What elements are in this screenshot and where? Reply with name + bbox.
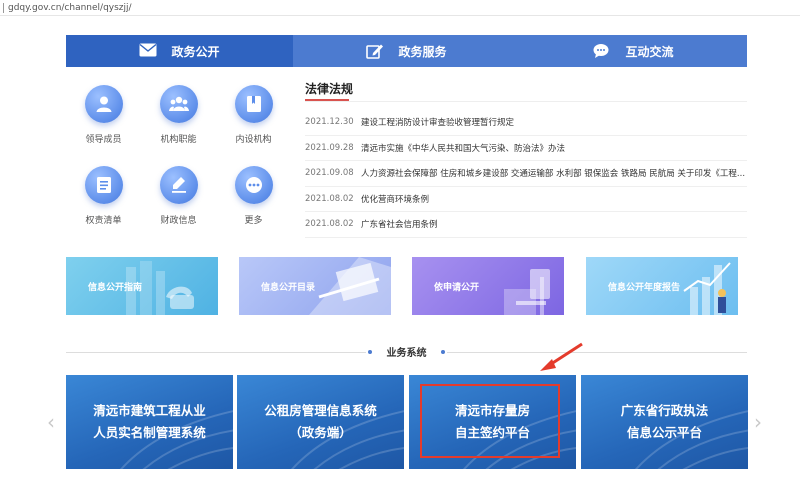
person-icon — [96, 96, 111, 112]
quick-link-departments[interactable]: 内设机构 — [216, 85, 291, 145]
quick-link-label: 权责清单 — [85, 216, 122, 226]
business-card-realname-system[interactable]: 清远市建筑工程从业 人员实名制管理系统 — [66, 375, 233, 469]
banner-label: 信息公开年度报告 — [608, 282, 681, 293]
list-icon — [96, 177, 111, 193]
nav-tab-label: 政务服务 — [398, 44, 447, 59]
law-divider — [305, 101, 747, 102]
law-date: 2021.08.02 — [305, 193, 354, 204]
law-section: 法律法规 2021.12.30 建设工程消防设计审查验收管理暂行规定 2021.0… — [305, 80, 747, 238]
law-item[interactable]: 2021.09.08 人力资源社会保障部 住房和城乡建设部 交通运输部 水利部 银… — [305, 161, 747, 187]
book-icon — [246, 96, 261, 112]
quick-link-label: 更多 — [244, 216, 263, 226]
law-item[interactable]: 2021.08.02 优化营商环境条例 — [305, 187, 747, 212]
card-title-line1: 广东省行政执法 — [620, 403, 709, 418]
carousel-prev-icon[interactable]: ‹ — [47, 410, 55, 434]
pen-icon — [171, 177, 186, 193]
card-title-line2: 人员实名制管理系统 — [93, 425, 206, 440]
main-nav: 政务公开 政务服务 互动交流 — [66, 35, 747, 67]
carousel-next-icon[interactable]: › — [754, 410, 762, 434]
quick-link-label: 机构职能 — [160, 135, 197, 145]
quick-link-functions[interactable]: 机构职能 — [141, 85, 216, 145]
law-title-link[interactable]: 建设工程消防设计审查验收管理暂行规定 — [361, 116, 514, 128]
business-systems-header: 业务系统 — [66, 344, 747, 359]
law-date: 2021.09.08 — [305, 168, 354, 179]
highlight-box — [420, 384, 560, 458]
law-title-link[interactable]: 广东省社会信用条例 — [361, 218, 438, 230]
nav-tab-label: 政务公开 — [171, 44, 220, 59]
quick-link-label: 内设机构 — [235, 135, 272, 145]
nav-tab-government-affairs[interactable]: 政务公开 — [66, 35, 293, 67]
nav-tab-interaction[interactable]: 互动交流 — [520, 35, 747, 67]
quick-link-more[interactable]: 更多 — [216, 166, 291, 226]
mail-icon — [139, 43, 157, 59]
url-text: gdqy.gov.cn/channel/qyszjj/ — [8, 3, 132, 13]
banner-annual-report[interactable]: 信息公开年度报告 — [586, 257, 738, 315]
law-title-link[interactable]: 人力资源社会保障部 住房和城乡建设部 交通运输部 水利部 银保监会 铁路局 民航… — [361, 167, 745, 179]
quick-link-label: 财政信息 — [160, 216, 197, 226]
header-dot-right — [441, 350, 445, 354]
nav-tab-label: 互动交流 — [625, 44, 674, 59]
law-item[interactable]: 2021.12.30 建设工程消防设计审查验收管理暂行规定 — [305, 110, 747, 136]
banner-request-disclosure[interactable]: 依申请公开 — [412, 257, 564, 315]
edit-icon — [366, 43, 384, 59]
business-card-law-enforcement[interactable]: 广东省行政执法 信息公示平台 — [581, 375, 748, 469]
law-date: 2021.09.28 — [305, 142, 354, 153]
more-icon — [245, 177, 262, 193]
card-title-line1: 清远市建筑工程从业 — [93, 403, 206, 418]
quick-link-leaders[interactable]: 领导成员 — [66, 85, 141, 145]
business-card-public-housing[interactable]: 公租房管理信息系统 （政务端） — [237, 375, 404, 469]
red-arrow-icon — [540, 342, 583, 371]
banner-disclosure-guide[interactable]: 信息公开指南 — [66, 257, 218, 315]
banner-disclosure-catalog[interactable]: 信息公开目录 — [239, 257, 391, 315]
law-title-link[interactable]: 优化营商环境条例 — [361, 193, 429, 205]
banner-label: 依申请公开 — [434, 282, 480, 293]
chat-icon — [593, 43, 611, 59]
header-line-right — [447, 352, 747, 353]
address-bar[interactable]: gdqy.gov.cn/channel/qyszjj/ — [0, 0, 800, 16]
law-list: 2021.12.30 建设工程消防设计审查验收管理暂行规定 2021.09.28 清… — [305, 110, 747, 238]
law-item[interactable]: 2021.08.02 广东省社会信用条例 — [305, 212, 747, 238]
quick-link-label: 领导成员 — [85, 135, 122, 145]
card-title-line1: 公租房管理信息系统 — [264, 403, 377, 418]
law-date: 2021.08.02 — [305, 219, 354, 230]
law-section-title[interactable]: 法律法规 — [305, 80, 747, 102]
nav-tab-government-services[interactable]: 政务服务 — [293, 35, 520, 67]
group-icon — [168, 96, 189, 111]
card-title-line2: （政务端） — [289, 425, 352, 440]
address-divider — [3, 3, 4, 13]
card-title-line2: 信息公示平台 — [626, 425, 702, 440]
banner-label: 信息公开指南 — [88, 282, 143, 293]
quick-link-responsibilities[interactable]: 权责清单 — [66, 166, 141, 226]
banner-label: 信息公开目录 — [261, 282, 316, 293]
law-item[interactable]: 2021.09.28 清远市实施《中华人民共和国大气污染、防治法》办法 — [305, 136, 747, 161]
quick-link-finance[interactable]: 财政信息 — [141, 166, 216, 226]
law-title-link[interactable]: 清远市实施《中华人民共和国大气污染、防治法》办法 — [361, 142, 565, 154]
law-date: 2021.12.30 — [305, 117, 354, 128]
